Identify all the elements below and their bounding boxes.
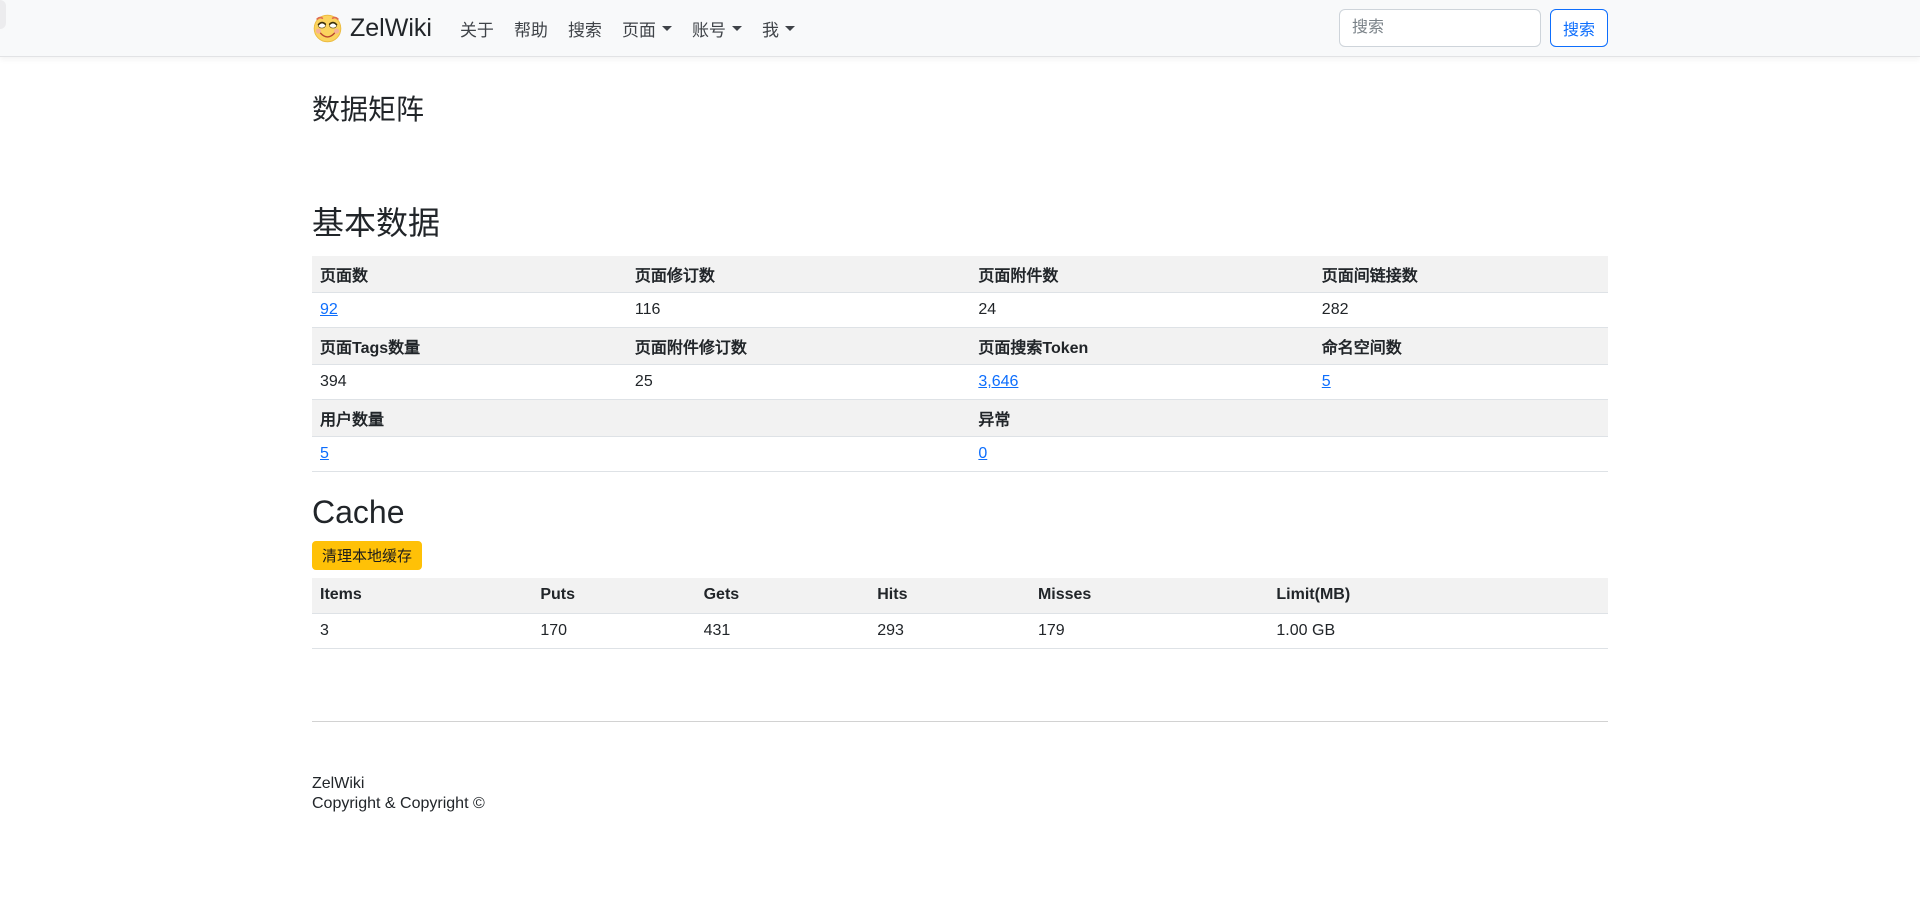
smiley-logo-icon [312,13,343,44]
col-header-attachment-revisions: 页面附件修订数 [627,328,970,365]
value-row: 5 0 [312,437,1608,472]
col-header-search-tokens: 页面搜索Token [970,328,1313,365]
nav-item-label: 账号 [692,16,726,41]
header-row: Items Puts Gets Hits Misses Limit(MB) [312,578,1608,613]
cell-items: 3 [312,613,532,648]
nav-item-about[interactable]: 关于 [450,8,504,49]
col-header-page-count: 页面数 [312,256,627,293]
brand-name: ZelWiki [350,14,432,43]
basic-data-heading: 基本数据 [312,198,1608,244]
edge-overlay-artifact [0,0,6,29]
cell-gets: 431 [696,613,870,648]
navbar: ZelWiki 关于 帮助 搜索 页面 账号 我 搜索 [0,0,1920,57]
search-input[interactable] [1339,9,1541,47]
cell-exceptions: 0 [970,437,1608,472]
nav-item-label: 关于 [460,16,494,41]
col-header-page-links: 页面间链接数 [1314,256,1608,293]
footer-copyright: Copyright & Copyright © [312,794,1608,815]
exceptions-link[interactable]: 0 [978,445,987,462]
cache-heading: Cache [312,494,1608,531]
col-header-page-attachments: 页面附件数 [970,256,1313,293]
header-row: 页面数 页面修订数 页面附件数 页面间链接数 [312,256,1608,293]
cell-attachment-revisions: 25 [627,365,970,400]
footer: ZelWiki Copyright & Copyright © [312,774,1608,816]
value-row: 3 170 431 293 179 1.00 GB [312,613,1608,648]
chevron-down-icon [732,26,742,31]
cell-puts: 170 [532,613,695,648]
navbar-search-form: 搜索 [1339,9,1608,47]
search-button[interactable]: 搜索 [1550,9,1608,47]
col-header-page-tags: 页面Tags数量 [312,328,627,365]
value-row: 92 116 24 282 [312,293,1608,328]
cell-page-links: 282 [1314,293,1608,328]
footer-site-name: ZelWiki [312,774,1608,795]
col-header-page-revisions: 页面修订数 [627,256,970,293]
nav-item-label: 页面 [622,16,656,41]
nav-dropdown-pages[interactable]: 页面 [612,8,682,49]
cell-page-count: 92 [312,293,627,328]
cell-page-attachments: 24 [970,293,1313,328]
nav-item-search[interactable]: 搜索 [558,8,612,49]
search-tokens-link[interactable]: 3,646 [978,373,1018,390]
col-header-gets: Gets [696,578,870,613]
basic-data-table: 页面数 页面修订数 页面附件数 页面间链接数 92 116 24 282 页面T… [312,256,1608,472]
header-row: 页面Tags数量 页面附件修订数 页面搜索Token 命名空间数 [312,328,1608,365]
col-header-user-count: 用户数量 [312,400,970,437]
col-header-namespaces: 命名空间数 [1314,328,1608,365]
cell-namespaces: 5 [1314,365,1608,400]
nav-item-label: 帮助 [514,16,548,41]
col-header-exceptions: 异常 [970,400,1608,437]
nav-item-label: 我 [762,16,779,41]
col-header-items: Items [312,578,532,613]
nav-dropdown-account[interactable]: 账号 [682,8,752,49]
nav-item-help[interactable]: 帮助 [504,8,558,49]
cell-page-revisions: 116 [627,293,970,328]
namespaces-link[interactable]: 5 [1322,373,1331,390]
nav-dropdown-me[interactable]: 我 [752,8,805,49]
col-header-hits: Hits [869,578,1030,613]
col-header-puts: Puts [532,578,695,613]
page-title: 数据矩阵 [312,88,1608,128]
clear-local-cache-button[interactable]: 清理本地缓存 [312,541,422,570]
brand-link[interactable]: ZelWiki [312,13,432,44]
main-content: 数据矩阵 基本数据 页面数 页面修订数 页面附件数 页面间链接数 92 116 … [300,88,1620,815]
footer-divider [312,721,1608,722]
page-count-link[interactable]: 92 [320,301,338,318]
user-count-link[interactable]: 5 [320,445,329,462]
chevron-down-icon [662,26,672,31]
cell-misses: 179 [1030,613,1268,648]
main-nav: 关于 帮助 搜索 页面 账号 我 [450,8,805,49]
col-header-limit: Limit(MB) [1268,578,1608,613]
cell-user-count: 5 [312,437,970,472]
value-row: 394 25 3,646 5 [312,365,1608,400]
cell-page-tags: 394 [312,365,627,400]
cell-limit: 1.00 GB [1268,613,1608,648]
cell-hits: 293 [869,613,1030,648]
header-row: 用户数量 异常 [312,400,1608,437]
nav-item-label: 搜索 [568,16,602,41]
chevron-down-icon [785,26,795,31]
col-header-misses: Misses [1030,578,1268,613]
cell-search-tokens: 3,646 [970,365,1313,400]
cache-table: Items Puts Gets Hits Misses Limit(MB) 3 … [312,578,1608,649]
